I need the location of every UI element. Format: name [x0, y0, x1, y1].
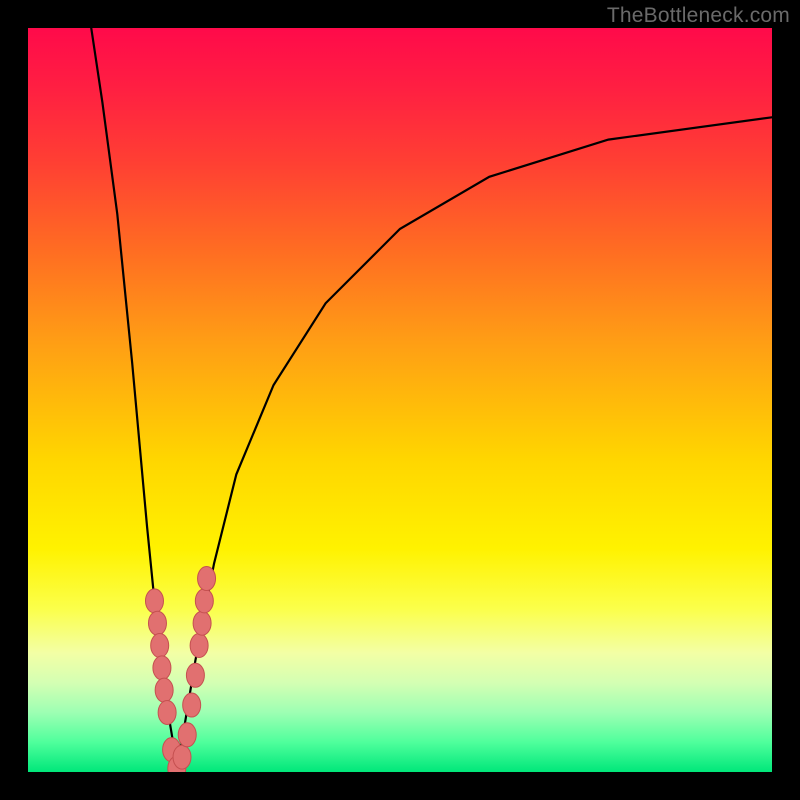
plot-area	[28, 28, 772, 772]
watermark-text: TheBottleneck.com	[607, 4, 790, 28]
chart-frame: TheBottleneck.com	[0, 0, 800, 800]
data-dot	[198, 567, 216, 591]
data-dot	[193, 611, 211, 635]
data-dot	[155, 678, 173, 702]
data-dot	[183, 693, 201, 717]
curve-layer	[28, 28, 772, 772]
data-dot	[178, 723, 196, 747]
data-dots-cluster	[145, 567, 215, 772]
data-dot	[148, 611, 166, 635]
data-dot	[151, 634, 169, 658]
data-dot	[186, 663, 204, 687]
data-dot	[190, 634, 208, 658]
data-dot	[145, 589, 163, 613]
data-dot	[158, 700, 176, 724]
right-bottleneck-curve	[177, 117, 772, 772]
data-dot	[153, 656, 171, 680]
data-dot	[173, 745, 191, 769]
data-dot	[195, 589, 213, 613]
